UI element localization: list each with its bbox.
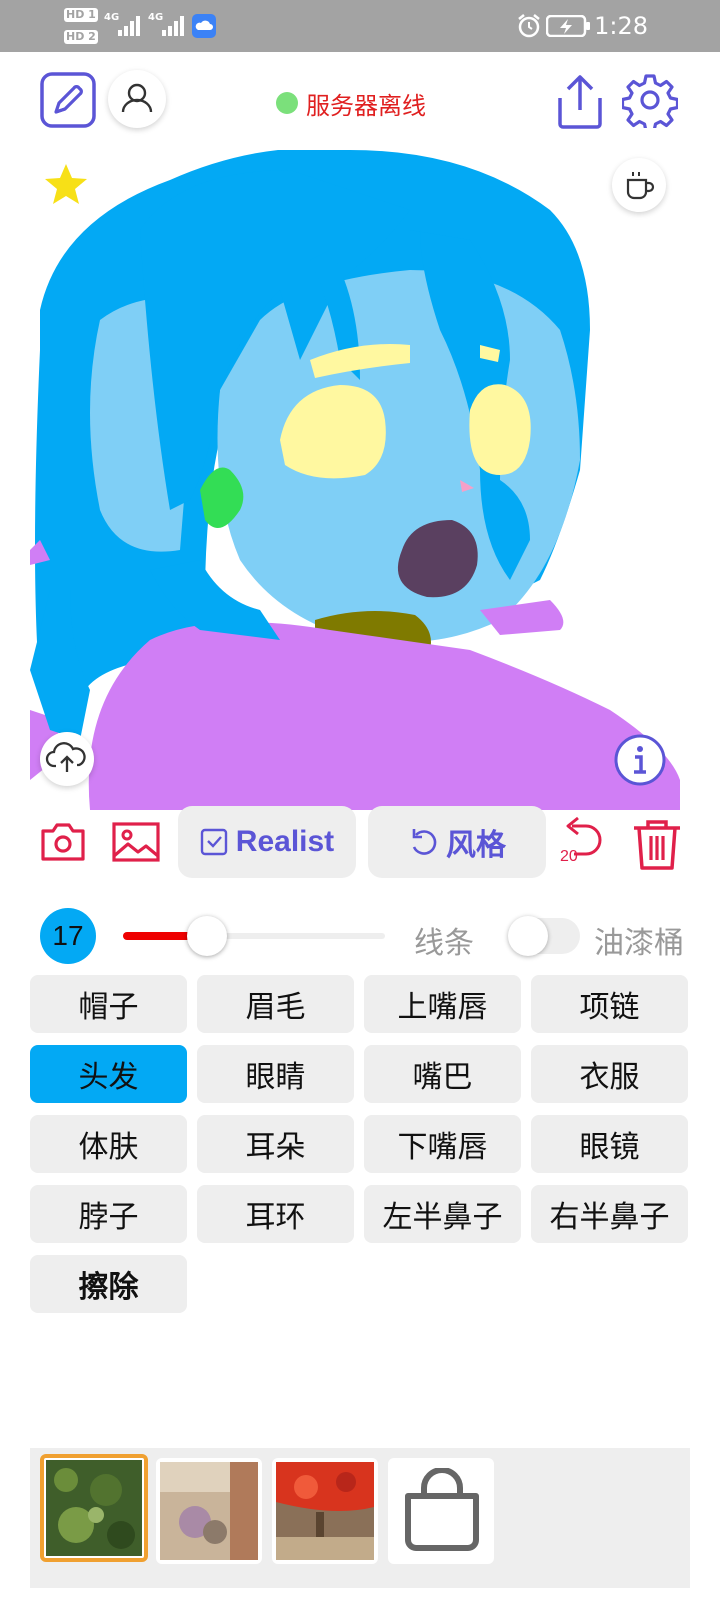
line-mode-label: 线条 — [414, 926, 474, 961]
alarm-icon — [518, 14, 540, 38]
texture-green-thumb[interactable] — [40, 1454, 148, 1562]
texture-beige-thumb[interactable] — [156, 1458, 262, 1564]
favorite-star-icon[interactable] — [42, 162, 90, 208]
account-button[interactable] — [108, 70, 166, 128]
part-button[interactable]: 左半鼻子 — [364, 1185, 521, 1243]
brush-size-badge: 17 — [40, 908, 96, 964]
part-selector-grid: 帽子 眉毛 上嘴唇 项链头发 眼睛 嘴巴 衣服体肤 耳朵 下嘴唇 眼镜脖子 耳环 左半鼻子 右半鼻子擦除 — [30, 975, 690, 1313]
realist-model-button[interactable]: Realist — [178, 806, 356, 878]
part-button[interactable]: 脖子 — [30, 1185, 187, 1243]
part-button[interactable]: 右半鼻子 — [531, 1185, 688, 1243]
brush-size-slider-thumb[interactable] — [186, 916, 227, 956]
bag-shop-thumb[interactable] — [388, 1458, 494, 1564]
part-button[interactable]: 耳环 — [197, 1185, 354, 1243]
part-button[interactable]: 眼睛 — [197, 1045, 354, 1103]
info-icon[interactable] — [612, 732, 668, 788]
part-button[interactable]: 嘴巴 — [364, 1045, 521, 1103]
texture-red-thumb[interactable] — [272, 1458, 378, 1564]
part-button[interactable]: 衣服 — [531, 1045, 688, 1103]
hd2-badge: HD 2 — [64, 30, 98, 44]
part-button[interactable]: 下嘴唇 — [364, 1115, 521, 1173]
settings-gear-icon[interactable] — [622, 72, 678, 128]
part-button[interactable]: 上嘴唇 — [364, 975, 521, 1033]
part-button[interactable]: 耳朵 — [197, 1115, 354, 1173]
part-button[interactable]: 项链 — [531, 975, 688, 1033]
trash-icon[interactable] — [632, 818, 682, 872]
coffee-button[interactable] — [612, 158, 666, 212]
server-status-dot — [276, 92, 298, 114]
undo-count: 20 — [560, 848, 578, 865]
signal-icon-2 — [162, 16, 184, 36]
refresh-icon — [412, 829, 437, 855]
checkbox-icon — [200, 828, 227, 856]
texture-palette — [30, 1448, 690, 1588]
paint-bucket-toggle-knob[interactable] — [508, 916, 548, 956]
user-icon — [121, 83, 153, 113]
server-status-text: 服务器离线 — [306, 92, 426, 120]
drawing-canvas[interactable] — [30, 150, 690, 810]
upload-button[interactable] — [40, 732, 94, 786]
cloud-app-icon — [192, 14, 216, 38]
hd1-badge: HD 1 — [64, 8, 98, 22]
part-button[interactable]: 体肤 — [30, 1115, 187, 1173]
edit-icon[interactable] — [40, 72, 96, 128]
part-button[interactable]: 眼镜 — [531, 1115, 688, 1173]
cloud-upload-icon — [45, 742, 86, 772]
style-button[interactable]: 风格 — [368, 806, 546, 878]
share-icon[interactable] — [556, 74, 604, 130]
texture-beige-image — [160, 1462, 258, 1560]
part-button[interactable]: 擦除 — [30, 1255, 187, 1313]
part-button[interactable]: 头发 — [30, 1045, 187, 1103]
part-button[interactable]: 帽子 — [30, 975, 187, 1033]
texture-green-image — [46, 1460, 142, 1556]
battery-icon — [546, 15, 590, 37]
style-label: 风格 — [446, 829, 506, 862]
paint-bucket-label: 油漆桶 — [594, 926, 684, 961]
part-button[interactable]: 眉毛 — [197, 975, 354, 1033]
coffee-cup-icon — [626, 172, 655, 200]
shopping-bag-icon — [405, 1468, 479, 1551]
clock-time: 1:28 — [594, 12, 648, 40]
status-bar: HD 1 HD 2 4G 4G 1:28 — [0, 0, 720, 52]
camera-icon[interactable] — [40, 822, 86, 862]
signal-icon-1 — [118, 16, 140, 36]
gallery-image-icon[interactable] — [112, 822, 160, 862]
texture-red-image — [276, 1462, 374, 1560]
realist-label: Realist — [235, 825, 335, 858]
drawing-artwork — [30, 150, 680, 810]
